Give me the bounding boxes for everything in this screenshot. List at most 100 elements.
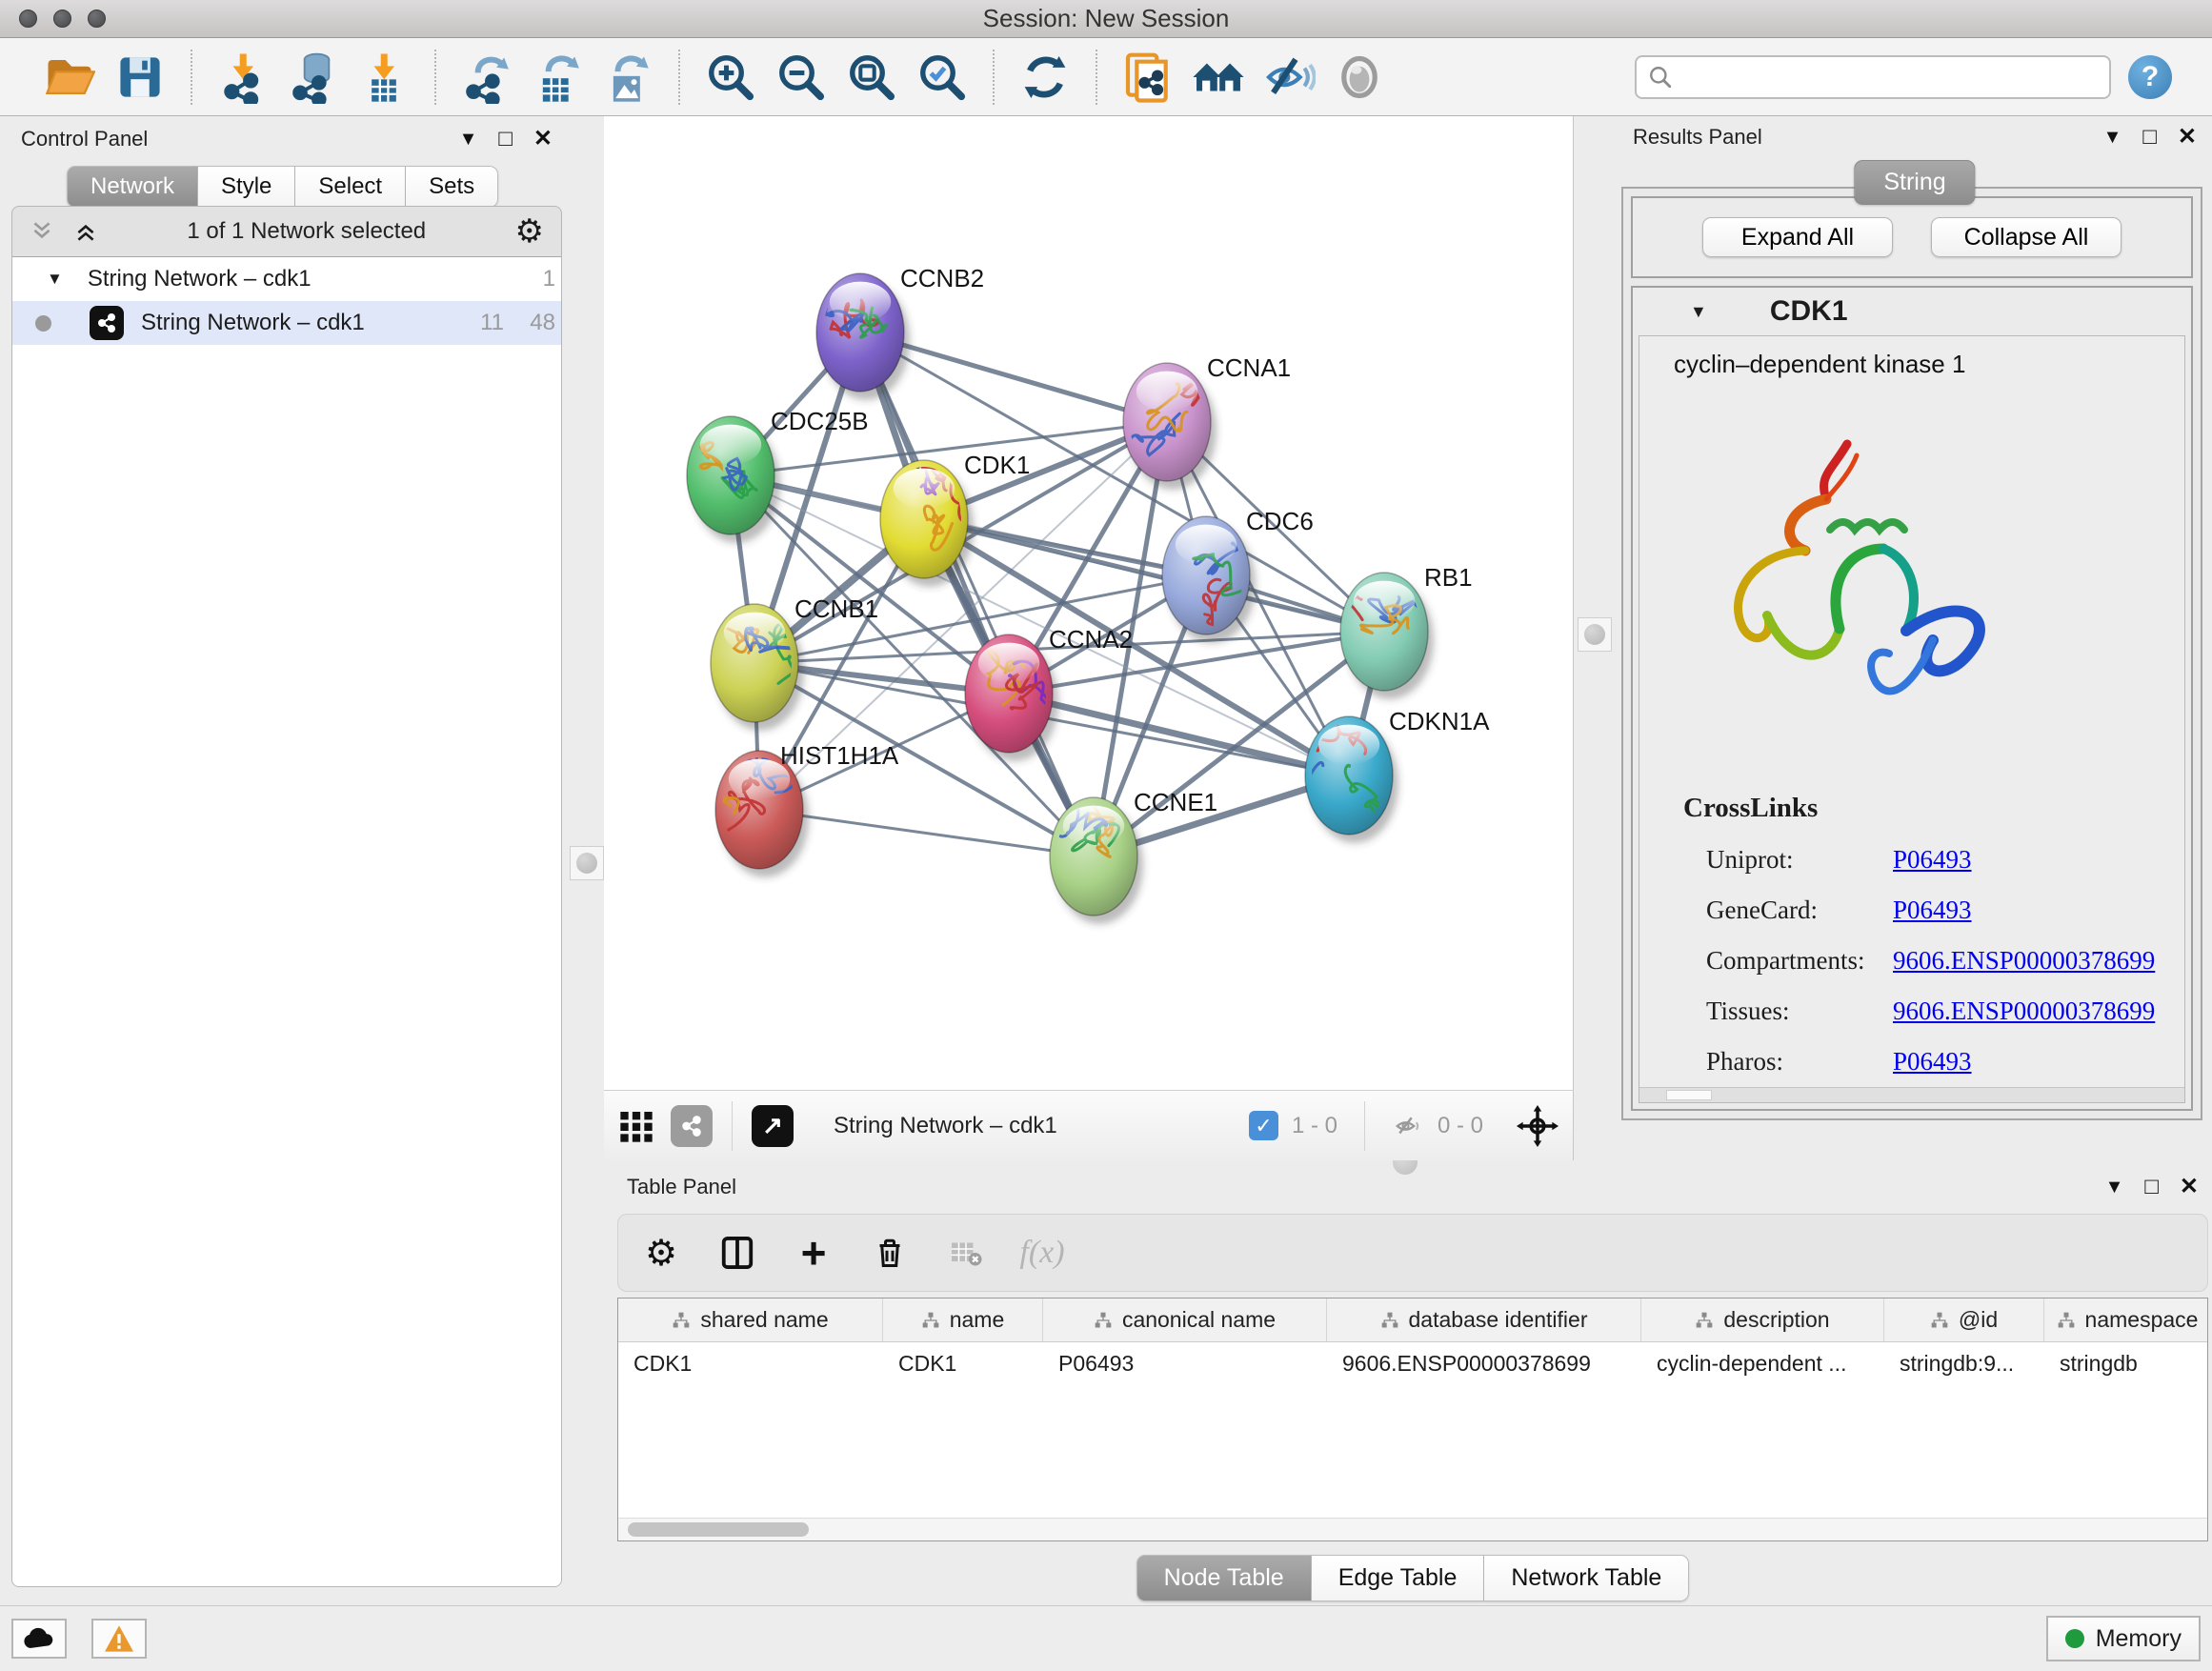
network-node-CCNB2[interactable]: CCNB2 — [816, 264, 984, 400]
network-node-CCNE1[interactable]: CCNE1 — [1050, 788, 1217, 924]
collection-expand-icon[interactable]: ▼ — [47, 270, 63, 289]
right-panel-divider-handle[interactable] — [1578, 617, 1612, 652]
column-header-canonical-name[interactable]: canonical name — [1043, 1299, 1327, 1341]
refresh-icon[interactable] — [1017, 49, 1073, 106]
show-all-eye-icon[interactable] — [1332, 49, 1387, 106]
expand-all-icon[interactable] — [73, 218, 98, 245]
home-icon[interactable] — [1191, 49, 1246, 106]
control-panel-float-icon[interactable]: □ — [498, 128, 513, 151]
control-panel-menu-icon[interactable]: ▼ — [459, 130, 478, 149]
table-cell[interactable]: CDK1 — [883, 1342, 1043, 1384]
export-image-icon[interactable] — [600, 49, 655, 106]
memory-button[interactable]: Memory — [2046, 1616, 2201, 1661]
share-document-icon[interactable] — [1120, 49, 1176, 106]
collapse-all-button[interactable]: Collapse All — [1931, 217, 2122, 257]
network-edge[interactable] — [924, 519, 1384, 632]
crosslink-link[interactable]: P06493 — [1893, 1047, 2184, 1077]
export-network-icon[interactable] — [459, 49, 514, 106]
network-node-CCNB1[interactable]: CCNB1 — [711, 594, 878, 731]
delete-column-trash-icon[interactable] — [868, 1231, 912, 1275]
table-horizontal-scrollbar[interactable] — [618, 1518, 2207, 1540]
left-panel-divider-handle[interactable] — [570, 846, 604, 880]
network-options-gear-icon[interactable]: ⚙ — [515, 212, 544, 251]
table-cell[interactable]: CDK1 — [618, 1342, 883, 1384]
import-network-file-icon[interactable] — [215, 49, 271, 106]
network-node-CCNA1[interactable]: CCNA1 — [1123, 353, 1291, 490]
column-type-icon — [2057, 1311, 2076, 1330]
tab-string[interactable]: String — [1854, 160, 1975, 205]
table-cell[interactable]: cyclin-dependent ... — [1641, 1342, 1884, 1384]
table-cell[interactable]: 9606.ENSP00000378699 — [1327, 1342, 1641, 1384]
expand-all-button[interactable]: Expand All — [1702, 217, 1893, 257]
crosslink-link[interactable]: P06493 — [1893, 896, 2184, 925]
table-scrollbar-thumb[interactable] — [628, 1522, 809, 1537]
column-header-description[interactable]: description — [1641, 1299, 1884, 1341]
tab-style[interactable]: Style — [198, 166, 295, 208]
import-table-icon[interactable] — [356, 49, 412, 106]
create-column-icon[interactable]: + — [792, 1231, 835, 1275]
column-header-namespace[interactable]: namespace — [2044, 1299, 2208, 1341]
network-edge[interactable] — [759, 810, 1094, 856]
search-input[interactable] — [1673, 65, 2073, 90]
crosslink-link[interactable]: 9606.ENSP00000378699 — [1893, 997, 2184, 1026]
import-network-database-icon[interactable] — [286, 49, 341, 106]
pan-crosshair-icon[interactable] — [1516, 1104, 1559, 1148]
birdseye-grid-icon[interactable] — [617, 1107, 655, 1145]
column-header-name[interactable]: name — [883, 1299, 1043, 1341]
network-node-CDKN1A[interactable]: CDKN1A — [1286, 707, 1490, 843]
table-panel-close-icon[interactable]: ✕ — [2180, 1176, 2199, 1198]
results-panel-menu-icon[interactable]: ▼ — [2103, 128, 2122, 147]
network-overview-icon[interactable] — [671, 1105, 713, 1147]
export-table-icon[interactable] — [530, 49, 585, 106]
network-node-CCNA2[interactable]: CCNA2 — [965, 625, 1133, 761]
search-field[interactable] — [1635, 55, 2111, 99]
column-header-database-identifier[interactable]: database identifier — [1327, 1299, 1641, 1341]
zoom-in-icon[interactable] — [703, 49, 758, 106]
network-node-CDC25B[interactable]: CDC25B — [687, 407, 869, 543]
tab-network[interactable]: Network — [67, 166, 198, 208]
table-cell[interactable]: stringdb — [2044, 1342, 2208, 1384]
results-scrollbar-thumb[interactable] — [1666, 1090, 1712, 1100]
results-panel-float-icon[interactable]: □ — [2142, 126, 2157, 149]
network-node-RB1[interactable]: RB1 — [1340, 563, 1473, 699]
zoom-selected-icon[interactable] — [915, 49, 970, 106]
zoom-out-icon[interactable] — [774, 49, 829, 106]
tab-network-table[interactable]: Network Table — [1484, 1555, 1689, 1601]
table-cell[interactable]: P06493 — [1043, 1342, 1327, 1384]
network-node-HIST1H1A[interactable]: HIST1H1A — [694, 741, 899, 877]
open-session-icon[interactable] — [42, 49, 97, 106]
tab-select[interactable]: Select — [295, 166, 406, 208]
cloud-status-button[interactable] — [11, 1619, 67, 1659]
warning-status-button[interactable] — [91, 1619, 147, 1659]
help-icon[interactable]: ? — [2128, 55, 2172, 99]
column-label: canonical name — [1122, 1307, 1276, 1333]
protein-collapse-icon[interactable]: ▼ — [1690, 302, 1707, 322]
tab-sets[interactable]: Sets — [406, 166, 498, 208]
network-canvas[interactable]: CCNB2CCNA1CDC25BCDK1CDC6RB1CCNB1CCNA2CDK… — [604, 116, 1574, 1090]
network-collection-row[interactable]: ▼ String Network – cdk1 1 — [12, 257, 561, 301]
table-cell[interactable]: stringdb:9... — [1884, 1342, 2044, 1384]
column-header--id[interactable]: @id — [1884, 1299, 2044, 1341]
collapse-all-icon[interactable] — [30, 218, 54, 245]
crosslink-link[interactable]: P06493 — [1893, 845, 2184, 875]
control-panel-close-icon[interactable]: ✕ — [533, 128, 553, 151]
zoom-fit-content-icon[interactable] — [844, 49, 899, 106]
tab-node-table[interactable]: Node Table — [1136, 1555, 1312, 1601]
open-in-new-window-icon[interactable]: ↗ — [752, 1105, 794, 1147]
crosslink-link[interactable]: 9606.ENSP00000378699 — [1893, 946, 2184, 976]
tab-edge-table[interactable]: Edge Table — [1312, 1555, 1485, 1601]
column-header-shared-name[interactable]: shared name — [618, 1299, 883, 1341]
network-node-CDC6[interactable]: CDC6 — [1162, 507, 1314, 643]
selected-indicator-checkbox[interactable]: ✓ — [1249, 1111, 1278, 1140]
table-panel-menu-icon[interactable]: ▼ — [2105, 1178, 2124, 1197]
hide-selection-eye-icon[interactable] — [1261, 49, 1317, 106]
table-row[interactable]: CDK1CDK1P064939606.ENSP00000378699cyclin… — [618, 1342, 2207, 1384]
table-header-row: shared namename canonical name database id… — [618, 1299, 2207, 1342]
save-session-icon[interactable] — [112, 49, 168, 106]
network-row-selected[interactable]: String Network – cdk1 11 48 — [12, 301, 561, 345]
table-options-gear-icon[interactable]: ⚙ — [639, 1231, 683, 1275]
show-columns-icon[interactable] — [715, 1231, 759, 1275]
table-panel-float-icon[interactable]: □ — [2144, 1176, 2159, 1198]
results-horizontal-scrollbar[interactable] — [1639, 1087, 2184, 1102]
results-panel-close-icon[interactable]: ✕ — [2178, 126, 2197, 149]
